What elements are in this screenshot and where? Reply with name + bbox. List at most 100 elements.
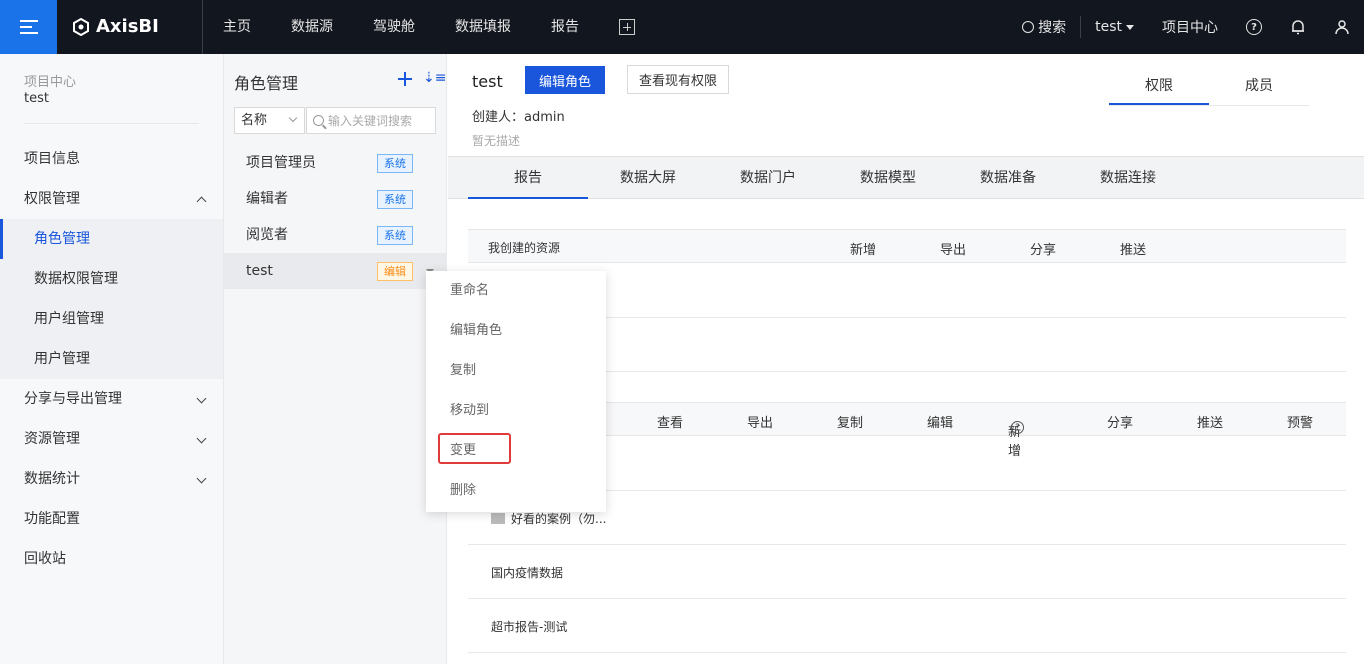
add-role-icon[interactable] [398,72,412,86]
header-add: 新增 [850,243,877,258]
role-tag: 系统 [377,190,413,209]
nav-cockpit[interactable]: 驾驶舱 [353,0,435,54]
menu-item-rename[interactable]: 重命名 [450,281,489,301]
header-edit: 编辑 [927,416,954,431]
sort-icon[interactable]: ⇣≡ [423,70,446,86]
sidebar-item-role-management[interactable]: 角色管理 [0,219,223,259]
sidebar-item-label: 角色管理 [34,231,90,247]
header-my-resources: 我创建的资源 [488,241,561,255]
role-tag: 编辑 [377,262,413,281]
nav-datasource[interactable]: 数据源 [271,0,353,54]
menu-item-move-to[interactable]: 移动到 [450,401,489,421]
resource-name: 超市报告-测试 [491,620,568,634]
sidebar-item-label: 用户组管理 [34,311,104,327]
sidebar-divider [24,123,199,124]
resource-tabs: 报告 数据大屏 数据门户 数据模型 数据准备 数据连接 [448,156,1364,199]
table-row[interactable]: 国内疫情数据 [468,545,1346,599]
nav-data-fill[interactable]: 数据填报 [435,0,531,54]
search-label: 搜索 [1038,20,1067,36]
tab-portal[interactable]: 数据门户 [708,157,828,199]
role-panel: 角色管理 ⇣≡ 名称 项目管理员 系统 编辑者 系统 阅览者 系统 test 编… [224,54,447,664]
resource-label: 好看的案例（勿... [511,512,607,526]
account-button[interactable] [1320,16,1364,38]
logo-icon [73,17,89,36]
filter-select[interactable]: 名称 [234,107,305,134]
role-name: test [246,263,273,279]
search-icon [313,115,324,126]
my-resources-header: 我创建的资源 新增 导出 分享 推送 [468,229,1346,263]
role-panel-title: 角色管理 [234,74,299,93]
sidebar-item-permission[interactable]: 权限管理 [0,179,223,219]
help-icon[interactable]: ? [1011,421,1024,434]
user-menu[interactable]: test [1080,16,1148,38]
sidebar-item-statistics[interactable]: 数据统计 [0,459,223,499]
chevron-down-icon [1126,24,1134,30]
header-copy: 复制 [837,416,864,431]
sidebar-item-user-groups[interactable]: 用户组管理 [0,299,223,339]
sidebar-item-resources[interactable]: 资源管理 [0,419,223,459]
project-center-link[interactable]: 项目中心 [1148,16,1232,38]
role-context-menu: 重命名 编辑角色 复制 移动到 变更 删除 [426,271,606,512]
header-view: 查看 [657,416,684,431]
header-push: 推送 [1120,243,1147,258]
sidebar-item-label: 数据权限管理 [34,271,118,287]
role-item-admin[interactable]: 项目管理员 系统 [224,145,447,181]
role-name: 项目管理员 [246,155,316,171]
role-item-editor[interactable]: 编辑者 系统 [224,181,447,217]
table-row[interactable]: 超市报告-测试 [468,599,1346,653]
header-push: 推送 [1197,416,1224,431]
view-permissions-button[interactable]: 查看现有权限 [627,65,729,94]
role-title: test [472,72,503,91]
sidebar-item-recycle-bin[interactable]: 回收站 [0,539,223,579]
tab-dashboard[interactable]: 数据大屏 [588,157,708,199]
menu-item-delete[interactable]: 删除 [450,481,476,501]
tab-connection[interactable]: 数据连接 [1068,157,1188,199]
logo: AxisBI [72,16,159,37]
role-item-test[interactable]: test 编辑 [224,253,447,289]
project-label: 项目中心 [24,75,77,90]
chevron-up-icon [196,196,207,207]
search-icon [1022,21,1035,33]
folder-icon [491,513,505,524]
sidebar-item-users[interactable]: 用户管理 [0,339,223,379]
sidebar-item-project-info[interactable]: 项目信息 [0,139,223,179]
menu-icon [19,20,38,34]
sidebar-item-data-permission[interactable]: 数据权限管理 [0,259,223,299]
tab-members[interactable]: 成员 [1209,68,1309,105]
creator-text: 创建人：admin [472,110,565,125]
role-name: 编辑者 [246,191,288,207]
highlight-box [438,433,511,464]
add-tab-icon[interactable] [619,19,635,35]
nav-home[interactable]: 主页 [203,0,271,54]
header-share: 分享 [1107,416,1134,431]
user-name: test [1095,19,1122,35]
menu-item-edit-role[interactable]: 编辑角色 [450,321,502,341]
tab-report[interactable]: 报告 [468,157,588,199]
resource-name: 好看的案例（勿... [491,510,606,527]
nav-report[interactable]: 报告 [531,0,599,54]
top-bar: AxisBI 主页 数据源 驾驶舱 数据填报 报告 搜索 test 项目中心 ? [0,0,1364,54]
sidebar-item-share-export[interactable]: 分享与导出管理 [0,379,223,419]
chevron-down-icon [196,433,207,444]
menu-item-copy[interactable]: 复制 [450,361,476,381]
chevron-down-icon [196,473,207,484]
chevron-down-icon [288,113,298,123]
menu-button[interactable] [0,0,57,54]
top-nav: 主页 数据源 驾驶舱 数据填报 报告 [202,0,635,54]
chevron-down-icon [196,393,207,404]
bell-icon [1292,20,1304,35]
role-search-input[interactable] [328,113,432,128]
sidebar-item-label: 项目信息 [24,151,80,167]
role-item-viewer[interactable]: 阅览者 系统 [224,217,447,253]
tab-model[interactable]: 数据模型 [828,157,948,199]
sidebar-item-label: 分享与导出管理 [24,391,122,407]
notification-button[interactable] [1276,16,1320,38]
search-button[interactable]: 搜索 [1008,16,1080,38]
role-name: 阅览者 [246,227,288,243]
sidebar-item-features[interactable]: 功能配置 [0,499,223,539]
tab-prep[interactable]: 数据准备 [948,157,1068,199]
tab-permissions[interactable]: 权限 [1109,68,1209,105]
filter-value: 名称 [241,113,268,128]
edit-role-button[interactable]: 编辑角色 [525,66,605,94]
help-button[interactable]: ? [1232,16,1276,38]
